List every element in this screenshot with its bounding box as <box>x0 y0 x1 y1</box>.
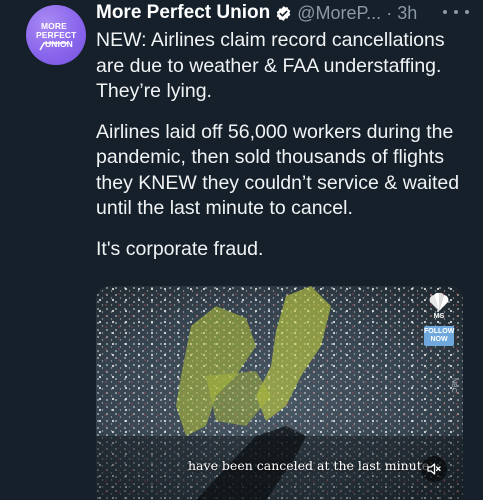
tweet-header: More Perfect Union @MoreP... · 3h <box>96 0 417 26</box>
separator-dot: · <box>386 2 393 23</box>
timestamp[interactable]: 3h <box>397 3 417 24</box>
tweet-paragraph: NEW: Airlines claim record cancellations… <box>96 29 445 102</box>
user-handle[interactable]: @MoreP... <box>297 3 381 24</box>
more-options-icon[interactable] <box>443 4 469 20</box>
tweet-paragraph: Airlines laid off 56,000 workers during … <box>96 120 460 220</box>
tweet[interactable]: MORE PERFECT UNION More Perfect Union @M… <box>0 0 483 500</box>
display-name[interactable]: More Perfect Union <box>96 2 270 24</box>
side-watermark: NBC <box>450 378 457 393</box>
dot <box>443 10 447 14</box>
verified-badge-icon <box>276 5 291 21</box>
network-label: MS <box>433 313 445 320</box>
avatar[interactable]: MORE PERFECT UNION <box>26 5 86 65</box>
video-player[interactable]: MS FOLLOW NOW NBC have been canceled at … <box>96 286 463 500</box>
tweet-text: NEW: Airlines claim record cancellations… <box>96 28 466 262</box>
mute-button[interactable] <box>421 456 447 482</box>
avatar-swoosh-icon <box>39 42 68 51</box>
dot <box>454 10 458 14</box>
dot <box>465 10 469 14</box>
tweet-paragraph: It's corporate fraud. <box>96 237 264 260</box>
follow-now-button[interactable]: FOLLOW NOW <box>424 326 454 346</box>
network-logo[interactable]: MS FOLLOW NOW <box>423 292 455 352</box>
speaker-muted-icon <box>427 463 441 475</box>
video-caption: have been canceled at the last minute <box>188 458 430 473</box>
peacock-icon <box>429 292 449 311</box>
